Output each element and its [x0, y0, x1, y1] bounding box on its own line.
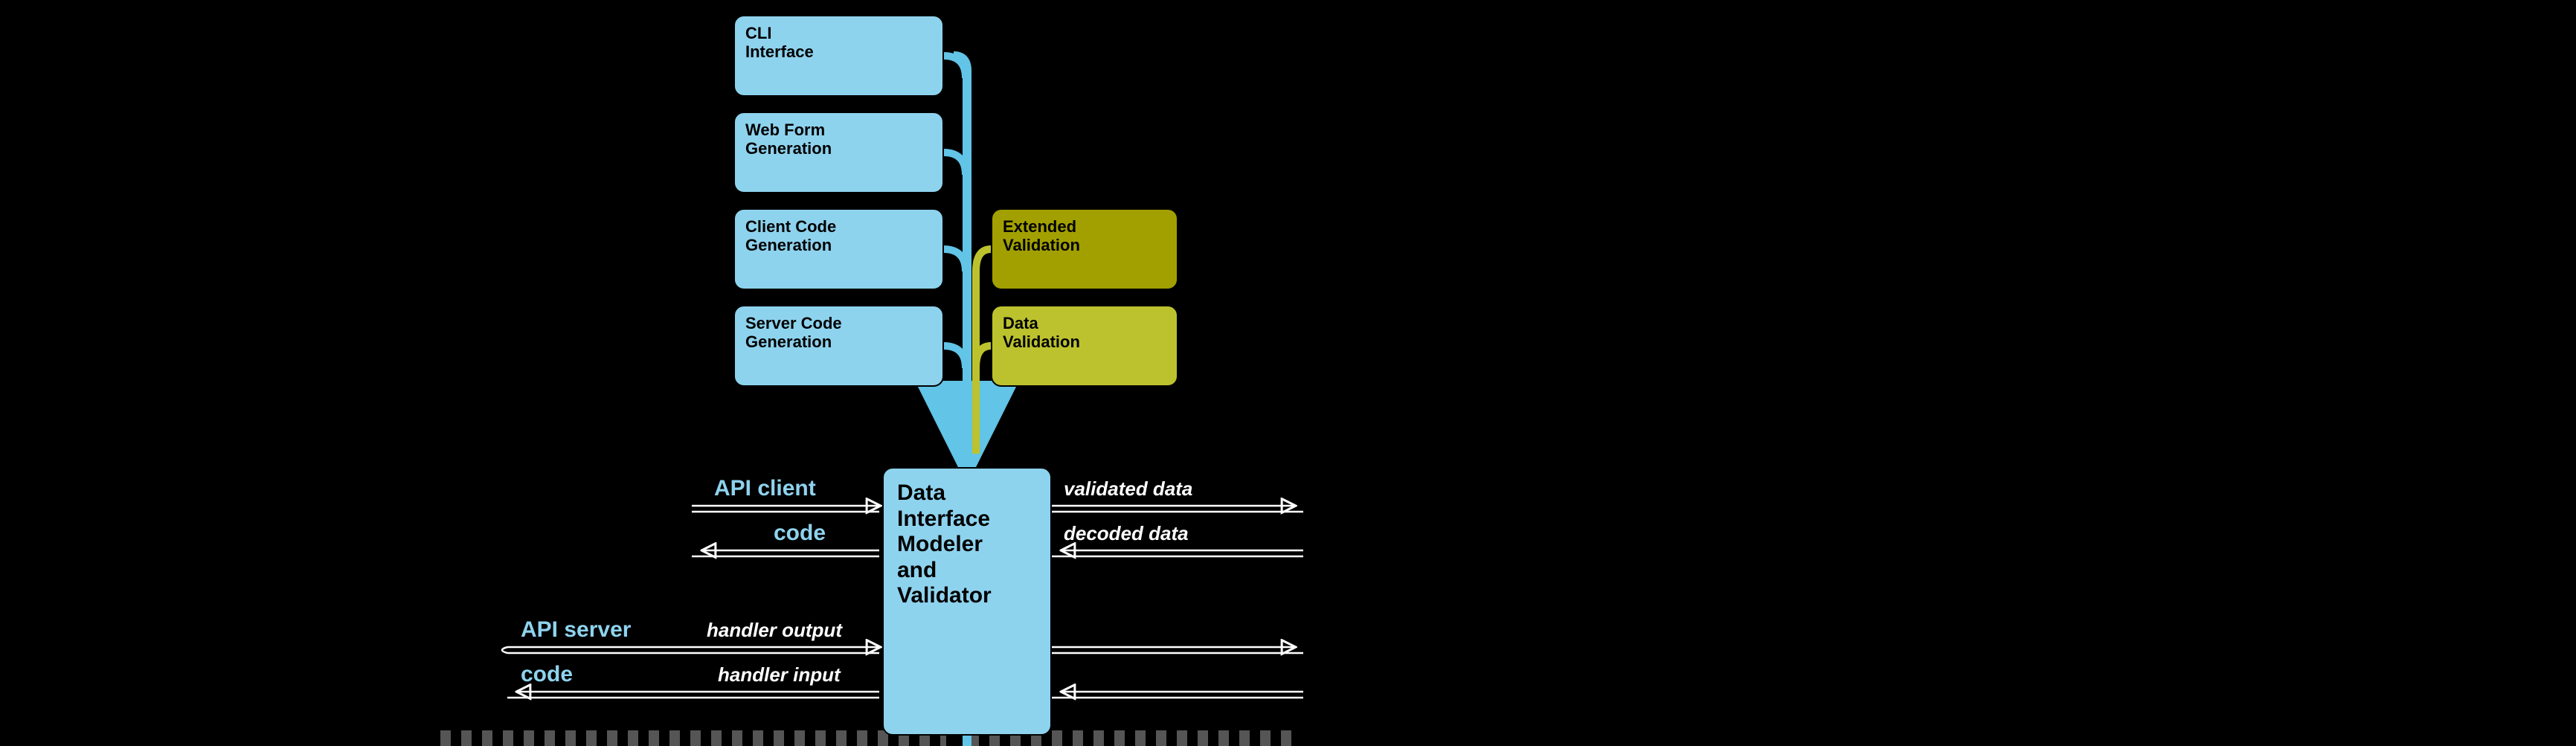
node-line2: Generation: [745, 139, 832, 158]
node-web-form-generation: Web Form Generation: [733, 112, 944, 193]
node-line1: Server Code: [745, 314, 842, 332]
core-line2: Interface: [897, 507, 990, 531]
core-line1: Data: [897, 480, 945, 505]
node-server-code-generation: Server Code Generation: [733, 305, 944, 387]
node-client-code-generation: Client Code Generation: [733, 208, 944, 290]
connector-layer: [0, 0, 2576, 746]
label-api-server: API server: [521, 617, 631, 643]
label-code-1: code: [774, 521, 826, 546]
label-handler-input: handler input: [718, 663, 841, 686]
node-line2: Generation: [745, 236, 832, 254]
node-line2: Validation: [1003, 236, 1080, 254]
label-handler-output: handler output: [707, 619, 842, 642]
node-line2: Interface: [745, 42, 814, 61]
label-api-client: API client: [714, 476, 816, 501]
node-line1: Extended: [1003, 217, 1076, 236]
core-line5: Validator: [897, 583, 992, 608]
node-core-modeler-validator: Data Interface Modeler and Validator: [882, 467, 1052, 736]
node-extended-validation: Extended Validation: [991, 208, 1178, 290]
node-line1: CLI: [745, 24, 771, 42]
node-data-validation: Data Validation: [991, 305, 1178, 387]
node-line1: Client Code: [745, 217, 836, 236]
label-decoded-data: decoded data: [1064, 522, 1189, 545]
node-line2: Validation: [1003, 332, 1080, 351]
node-line1: Data: [1003, 314, 1038, 332]
hatch-bar-left: [440, 730, 946, 746]
node-line2: Generation: [745, 332, 832, 351]
node-cli-interface: CLI Interface: [733, 15, 944, 97]
label-code-2: code: [521, 662, 573, 687]
diagram-canvas: CLI Interface Web Form Generation Client…: [0, 0, 2576, 746]
node-line1: Web Form: [745, 120, 825, 139]
label-validated-data: validated data: [1064, 477, 1192, 501]
core-line3: Modeler: [897, 532, 983, 556]
core-line4: and: [897, 558, 937, 582]
